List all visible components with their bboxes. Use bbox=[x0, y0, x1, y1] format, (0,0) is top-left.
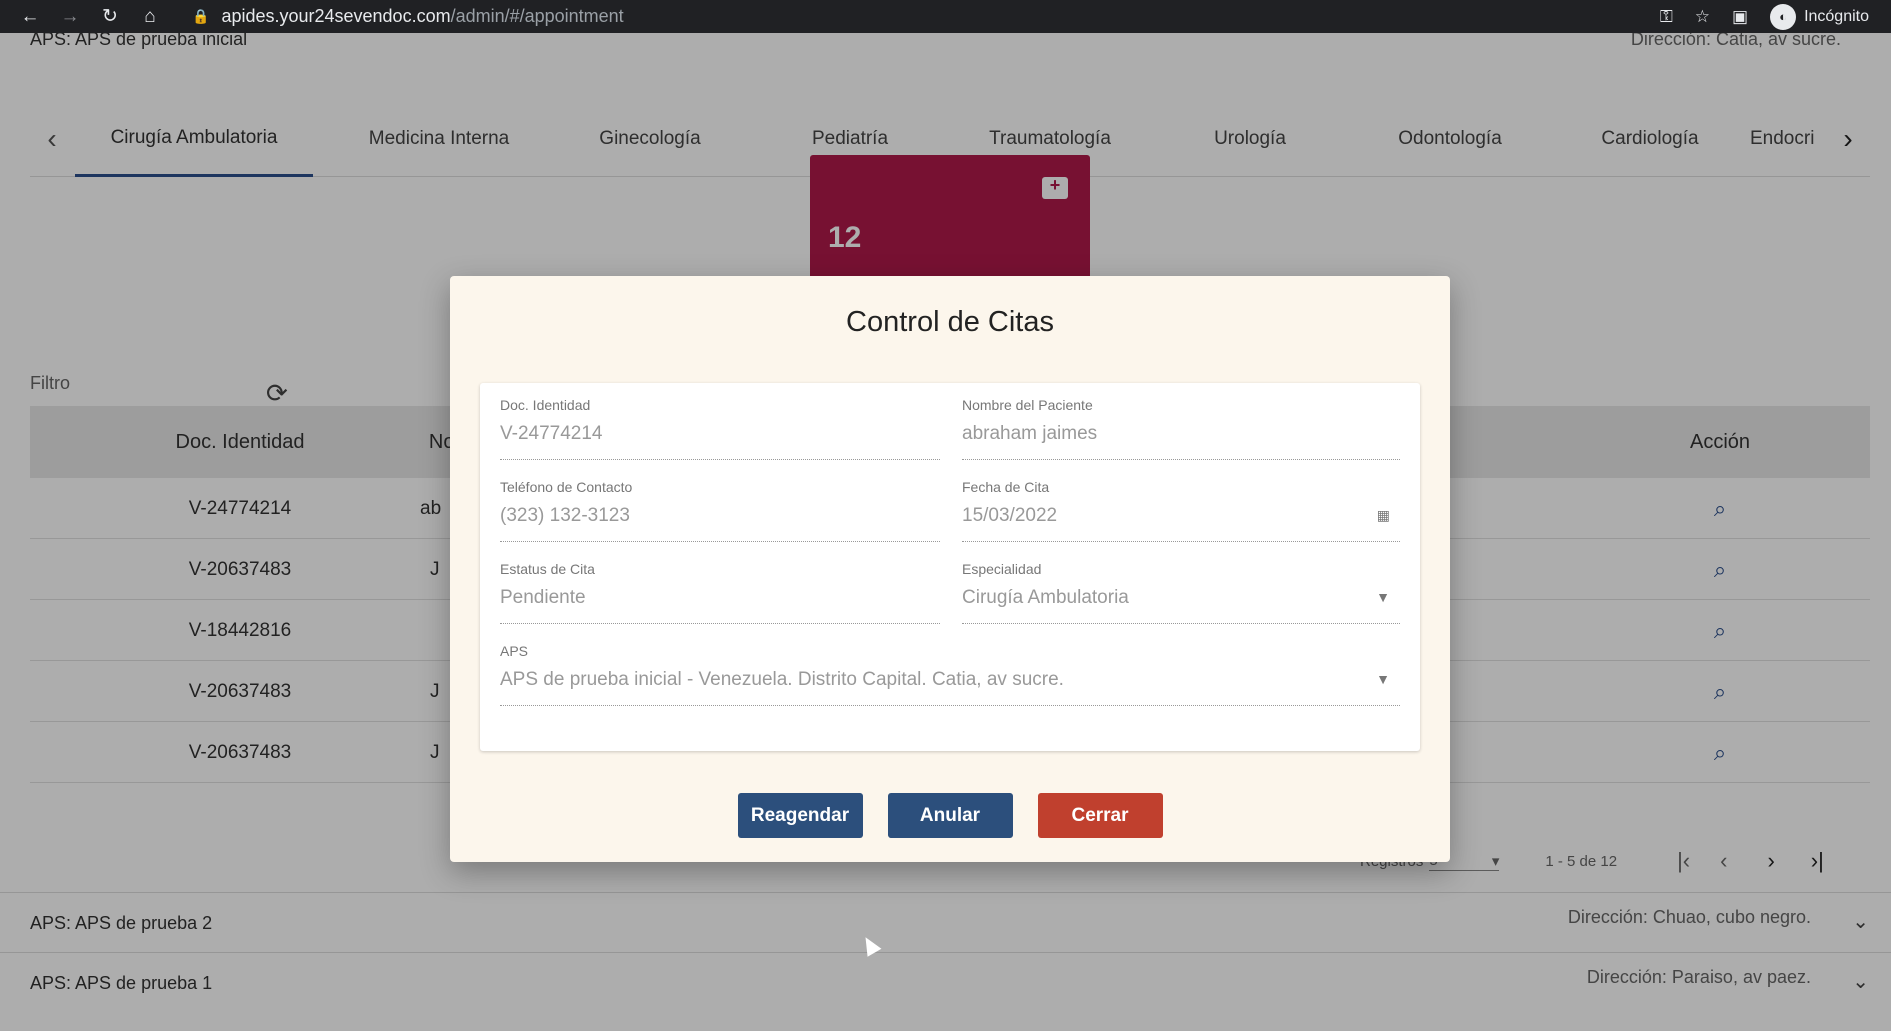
lock-icon: 🔒 bbox=[192, 8, 210, 24]
url-path: /admin/#/appointment bbox=[450, 6, 624, 26]
field-underline bbox=[962, 623, 1400, 624]
incognito-icon: ◐ bbox=[1770, 3, 1797, 30]
url-host: apides.your24sevendoc.com bbox=[221, 6, 451, 26]
phone-value: (323) 132-3123 bbox=[500, 505, 630, 526]
browser-toolbar: ← → ↻ ⌂ 🔒 apides.your24sevendoc.com/admi… bbox=[0, 0, 1891, 33]
cancel-appointment-button[interactable]: Anular bbox=[887, 793, 1013, 838]
aps-select[interactable]: APS APS de prueba inicial - Venezuela. D… bbox=[500, 629, 1400, 706]
appointment-form: Doc. Identidad V-24774214 Nombre del Pac… bbox=[480, 383, 1420, 751]
calendar-icon[interactable]: ▦ bbox=[1377, 507, 1390, 524]
field-underline bbox=[500, 459, 940, 460]
phone-field[interactable]: Teléfono de Contacto (323) 132-3123 bbox=[500, 465, 940, 542]
date-value: 15/03/2022 bbox=[962, 505, 1058, 526]
field-underline bbox=[500, 705, 1400, 706]
close-button[interactable]: Cerrar bbox=[1037, 793, 1163, 838]
incognito-label: Incógnito bbox=[1804, 7, 1869, 25]
phone-label: Teléfono de Contacto bbox=[500, 479, 633, 495]
field-underline bbox=[962, 459, 1400, 460]
dialog-actions: Reagendar Anular Cerrar bbox=[450, 793, 1450, 838]
aps-value: APS de prueba inicial - Venezuela. Distr… bbox=[500, 669, 1064, 690]
specialty-value: Cirugía Ambulatoria bbox=[962, 587, 1129, 608]
sidepanel-icon[interactable]: ▣ bbox=[1732, 7, 1748, 27]
status-value: Pendiente bbox=[500, 587, 586, 608]
reschedule-button[interactable]: Reagendar bbox=[737, 793, 863, 838]
forward-icon[interactable]: → bbox=[50, 0, 90, 33]
appointment-control-dialog: Control de Citas Doc. Identidad V-247742… bbox=[450, 276, 1450, 862]
chevron-down-icon: ▼ bbox=[1376, 671, 1390, 687]
specialty-label: Especialidad bbox=[962, 561, 1042, 577]
patient-name-value: abraham jaimes bbox=[962, 423, 1098, 444]
back-icon[interactable]: ← bbox=[10, 0, 50, 33]
home-icon[interactable]: ⌂ bbox=[130, 0, 170, 33]
patient-name-field[interactable]: Nombre del Paciente abraham jaimes bbox=[962, 383, 1400, 460]
patient-name-label: Nombre del Paciente bbox=[962, 397, 1093, 413]
status-label: Estatus de Cita bbox=[500, 561, 595, 577]
aps-label: APS bbox=[500, 643, 529, 659]
star-icon[interactable]: ☆ bbox=[1695, 7, 1710, 27]
doc-label: Doc. Identidad bbox=[500, 397, 591, 413]
field-underline bbox=[500, 541, 940, 542]
incognito-indicator[interactable]: ◐ Incógnito bbox=[1770, 3, 1869, 30]
date-label: Fecha de Cita bbox=[962, 479, 1050, 495]
chevron-down-icon: ▼ bbox=[1376, 589, 1390, 605]
address-bar[interactable]: 🔒 apides.your24sevendoc.com/admin/#/appo… bbox=[192, 6, 624, 27]
doc-value: V-24774214 bbox=[500, 423, 603, 444]
field-underline bbox=[500, 623, 940, 624]
modal-backdrop[interactable]: Control de Citas Doc. Identidad V-247742… bbox=[0, 33, 1891, 1031]
reload-icon[interactable]: ↻ bbox=[90, 0, 130, 33]
specialty-select[interactable]: Especialidad Cirugía Ambulatoria ▼ bbox=[962, 547, 1400, 624]
key-icon[interactable]: ⚿ bbox=[1660, 7, 1673, 27]
status-field[interactable]: Estatus de Cita Pendiente bbox=[500, 547, 940, 624]
date-field[interactable]: Fecha de Cita 15/03/2022 ▦ bbox=[962, 465, 1400, 542]
dialog-title: Control de Citas bbox=[846, 306, 1054, 338]
field-underline bbox=[962, 541, 1400, 542]
doc-field[interactable]: Doc. Identidad V-24774214 bbox=[500, 383, 940, 460]
